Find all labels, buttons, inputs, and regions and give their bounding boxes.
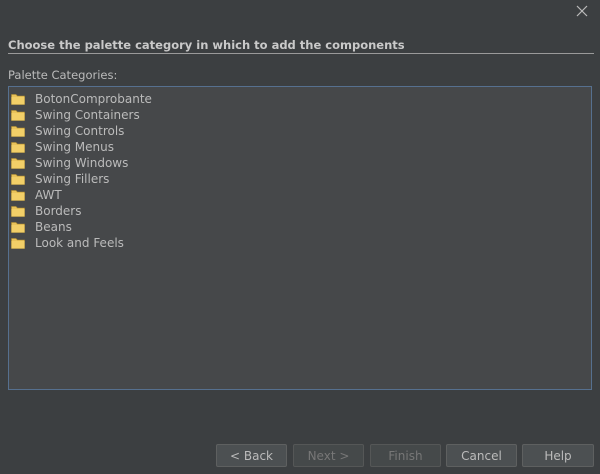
category-label: Swing Containers [35,108,140,122]
category-item-swing-menus[interactable]: Swing Menus [9,139,591,155]
wizard-button-bar: < Back Next > Finish Cancel Help [0,444,600,467]
cancel-button[interactable]: Cancel [446,444,517,467]
category-label: Swing Fillers [35,172,110,186]
folder-icon [11,190,25,201]
category-label: Swing Windows [35,156,129,170]
category-label: Swing Menus [35,140,115,154]
folder-icon [11,94,25,105]
next-button[interactable]: Next > [293,444,364,467]
category-item-beans[interactable]: Beans [9,219,591,235]
category-label: Swing Controls [35,124,125,138]
category-item-botoncomprobante[interactable]: BotonComprobante [9,91,591,107]
category-label: Look and Feels [35,236,124,250]
category-label: AWT [35,188,62,202]
folder-icon [11,126,25,137]
palette-category-list[interactable]: BotonComprobante Swing Containers Swing … [8,86,592,390]
finish-button[interactable]: Finish [370,444,441,467]
palette-categories-label: Palette Categories: [8,68,118,82]
heading-separator [8,53,594,54]
folder-icon [11,142,25,153]
category-label: BotonComprobante [35,92,152,106]
category-item-look-and-feels[interactable]: Look and Feels [9,235,591,251]
dialog-heading: Choose the palette category in which to … [8,38,405,52]
category-item-swing-windows[interactable]: Swing Windows [9,155,591,171]
folder-icon [11,222,25,233]
category-label: Beans [35,220,72,234]
category-item-swing-controls[interactable]: Swing Controls [9,123,591,139]
folder-icon [11,238,25,249]
help-button[interactable]: Help [522,444,594,467]
category-label: Borders [35,204,82,218]
folder-icon [11,174,25,185]
folder-icon [11,158,25,169]
back-button[interactable]: < Back [216,444,287,467]
category-item-swing-fillers[interactable]: Swing Fillers [9,171,591,187]
folder-icon [11,110,25,121]
folder-icon [11,206,25,217]
category-item-awt[interactable]: AWT [9,187,591,203]
category-item-borders[interactable]: Borders [9,203,591,219]
category-item-swing-containers[interactable]: Swing Containers [9,107,591,123]
close-icon[interactable] [574,3,590,19]
